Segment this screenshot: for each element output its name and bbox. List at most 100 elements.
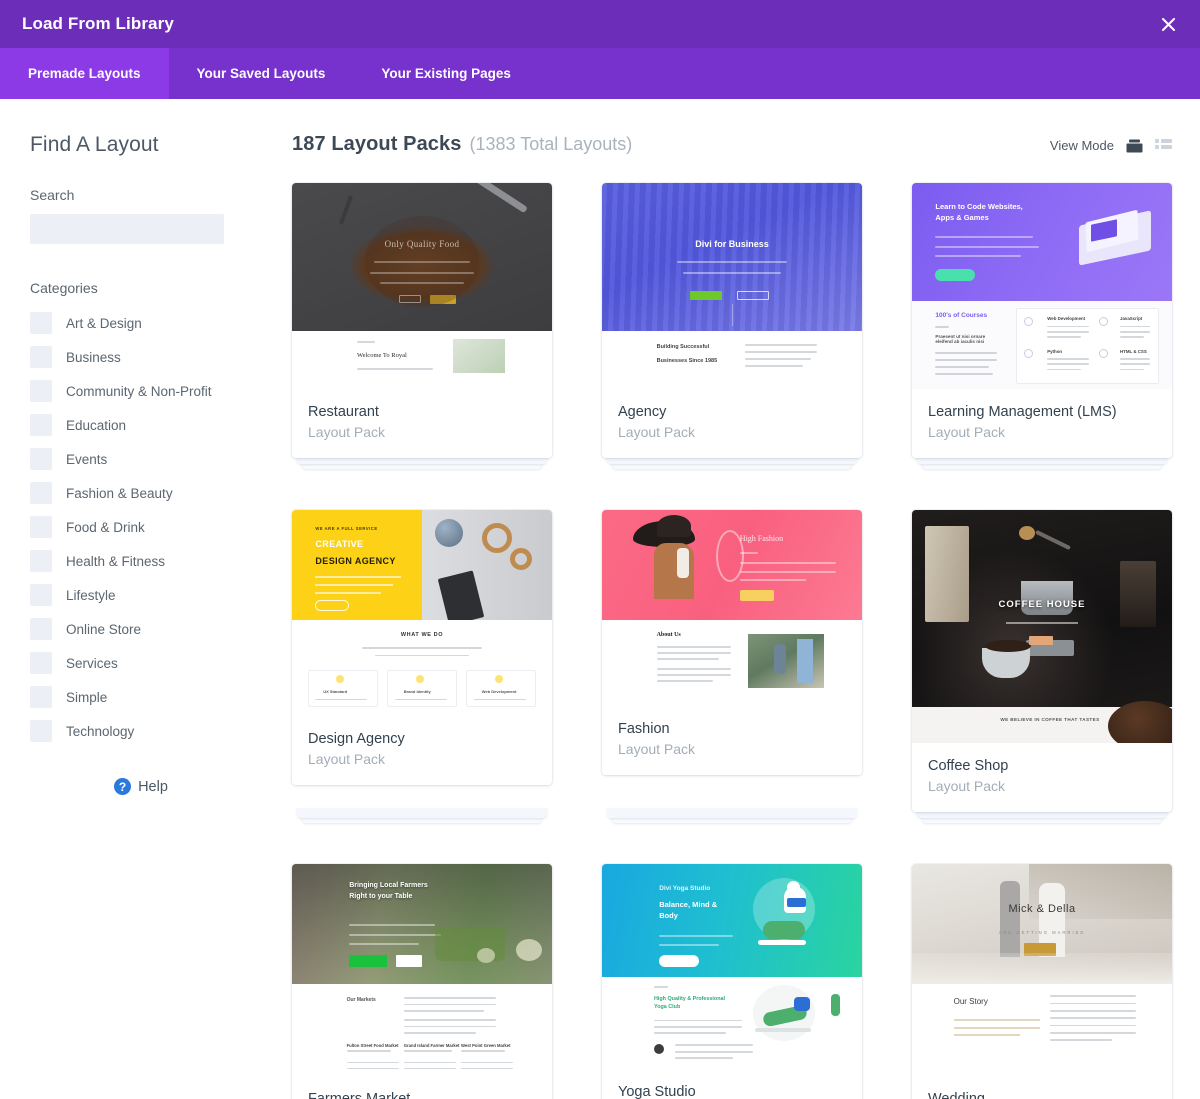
checkbox-icon[interactable] xyxy=(30,686,52,708)
card-subtitle: Layout Pack xyxy=(618,741,846,757)
thumbnail-hero: COFFEE HOUSE xyxy=(912,510,1172,707)
thumbnail-hero: High Fashion xyxy=(602,510,862,620)
category-food-drink[interactable]: Food & Drink xyxy=(30,510,252,544)
card-meta: Wedding Layout Pack xyxy=(912,1076,1172,1099)
main-content: 187 Layout Packs (1383 Total Layouts) Vi… xyxy=(282,99,1200,1099)
thumbnail-hero: Only Quality Food xyxy=(292,183,552,331)
card-title: Coffee Shop xyxy=(928,757,1156,775)
card[interactable]: High Fashion About Us xyxy=(602,510,862,775)
checkbox-icon[interactable] xyxy=(30,346,52,368)
card[interactable]: Divi for Business Building Successful Bu… xyxy=(602,183,862,458)
category-services[interactable]: Services xyxy=(30,646,252,680)
card-meta: Agency Layout Pack xyxy=(602,389,862,458)
thumbnail-hero: Mick & Della ARE GETTING MARRIED xyxy=(912,864,1172,984)
category-label: Lifestyle xyxy=(66,588,116,603)
layout-pack-card-farmers-market[interactable]: Bringing Local FarmersRight to your Tabl… xyxy=(292,864,552,1099)
thumbnail-hero: Learn to Code Websites,Apps & Games xyxy=(912,183,1172,301)
category-label: Online Store xyxy=(66,622,141,637)
category-community-non-profit[interactable]: Community & Non-Profit xyxy=(30,374,252,408)
checkbox-icon[interactable] xyxy=(30,448,52,470)
thumbnail-section: Building Successful Businesses Since 198… xyxy=(602,331,862,389)
thumbnail-section: Welcome To Royal xyxy=(292,331,552,389)
thumbnail-section: WHAT WE DO UX Standard Brand Identity xyxy=(292,620,552,716)
category-art-design[interactable]: Art & Design xyxy=(30,306,252,340)
card[interactable]: WE ARE A FULL SERVICE CREATIVE DESIGN AG… xyxy=(292,510,552,785)
card-thumbnail: Only Quality Food Welcome To Royal xyxy=(292,183,552,389)
card-thumbnail: Divi Yoga Studio Balance, Mind &Body xyxy=(602,864,862,1069)
page-title: Load From Library xyxy=(22,14,174,34)
layout-pack-card-wedding[interactable]: Mick & Della ARE GETTING MARRIED Our Sto… xyxy=(912,864,1172,1099)
close-button[interactable] xyxy=(1154,10,1182,38)
modal-header: Load From Library xyxy=(0,0,1200,48)
category-lifestyle[interactable]: Lifestyle xyxy=(30,578,252,612)
checkbox-icon[interactable] xyxy=(30,618,52,640)
card-subtitle: Layout Pack xyxy=(308,424,536,440)
category-fashion-beauty[interactable]: Fashion & Beauty xyxy=(30,476,252,510)
category-simple[interactable]: Simple xyxy=(30,680,252,714)
card-subtitle: Layout Pack xyxy=(618,424,846,440)
tab-your-saved-layouts[interactable]: Your Saved Layouts xyxy=(169,48,354,99)
close-icon xyxy=(1160,16,1177,33)
card-thumbnail: Mick & Della ARE GETTING MARRIED Our Sto… xyxy=(912,864,1172,1076)
card-title: Design Agency xyxy=(308,730,536,748)
checkbox-icon[interactable] xyxy=(30,482,52,504)
card-meta: Learning Management (LMS) Layout Pack xyxy=(912,389,1172,458)
category-education[interactable]: Education xyxy=(30,408,252,442)
list-view-icon[interactable] xyxy=(1155,139,1172,153)
layout-pack-card-restaurant[interactable]: Only Quality Food Welcome To Royal xyxy=(292,183,552,458)
card[interactable]: Bringing Local FarmersRight to your Tabl… xyxy=(292,864,552,1099)
layout-pack-card-coffee-shop[interactable]: COFFEE HOUSE WE BELIEVE IN COFFEE THAT T… xyxy=(912,510,1172,812)
category-label: Business xyxy=(66,350,121,365)
card-meta: Farmers Market Layout Pack xyxy=(292,1076,552,1099)
card[interactable]: Learn to Code Websites,Apps & Games 100'… xyxy=(912,183,1172,458)
thumbnail-hero: WE ARE A FULL SERVICE CREATIVE DESIGN AG… xyxy=(292,510,552,620)
checkbox-icon[interactable] xyxy=(30,550,52,572)
checkbox-icon[interactable] xyxy=(30,380,52,402)
checkbox-icon[interactable] xyxy=(30,720,52,742)
category-technology[interactable]: Technology xyxy=(30,714,252,748)
checkbox-icon[interactable] xyxy=(30,516,52,538)
checkbox-icon[interactable] xyxy=(30,584,52,606)
card-thumbnail: Bringing Local FarmersRight to your Tabl… xyxy=(292,864,552,1076)
category-health-fitness[interactable]: Health & Fitness xyxy=(30,544,252,578)
grid-view-icon[interactable] xyxy=(1126,138,1143,154)
category-business[interactable]: Business xyxy=(30,340,252,374)
layout-packs-count: 187 Layout Packs xyxy=(292,133,461,156)
card[interactable]: Only Quality Food Welcome To Royal xyxy=(292,183,552,458)
thumbnail-section: Our Story xyxy=(912,984,1172,1076)
thumbnail-section: About Us xyxy=(602,620,862,706)
sidebar: Find A Layout Search Categories Art & De… xyxy=(0,99,282,1099)
category-label: Art & Design xyxy=(66,316,142,331)
category-label: Simple xyxy=(66,690,107,705)
thumbnail-section: Our Markets Fulton Street Food Market Gr… xyxy=(292,984,552,1076)
help-button[interactable]: ? Help xyxy=(30,778,252,795)
card[interactable]: Divi Yoga Studio Balance, Mind &Body xyxy=(602,864,862,1099)
checkbox-icon[interactable] xyxy=(30,414,52,436)
card[interactable]: COFFEE HOUSE WE BELIEVE IN COFFEE THAT T… xyxy=(912,510,1172,812)
card-title: Learning Management (LMS) xyxy=(928,403,1156,421)
card-meta: Fashion Layout Pack xyxy=(602,706,862,775)
checkbox-icon[interactable] xyxy=(30,652,52,674)
category-label: Food & Drink xyxy=(66,520,145,535)
search-input[interactable] xyxy=(30,214,224,244)
view-mode-switcher: View Mode xyxy=(1050,138,1172,154)
layout-pack-card-agency[interactable]: Divi for Business Building Successful Bu… xyxy=(602,183,862,458)
category-online-store[interactable]: Online Store xyxy=(30,612,252,646)
layout-pack-card-design-agency[interactable]: WE ARE A FULL SERVICE CREATIVE DESIGN AG… xyxy=(292,510,552,812)
thumbnail-hero: Divi Yoga Studio Balance, Mind &Body xyxy=(602,864,862,977)
card-thumbnail: Learn to Code Websites,Apps & Games 100'… xyxy=(912,183,1172,389)
card[interactable]: Mick & Della ARE GETTING MARRIED Our Sto… xyxy=(912,864,1172,1099)
layout-pack-card-fashion[interactable]: High Fashion About Us xyxy=(602,510,862,812)
card-meta: Coffee Shop Layout Pack xyxy=(912,743,1172,812)
layout-pack-card-lms[interactable]: Learn to Code Websites,Apps & Games 100'… xyxy=(912,183,1172,458)
layout-pack-card-yoga-studio[interactable]: Divi Yoga Studio Balance, Mind &Body xyxy=(602,864,862,1099)
tab-premade-layouts[interactable]: Premade Layouts xyxy=(0,48,169,99)
tab-your-existing-pages[interactable]: Your Existing Pages xyxy=(353,48,539,99)
checkbox-icon[interactable] xyxy=(30,312,52,334)
layout-packs-grid: Only Quality Food Welcome To Royal xyxy=(292,183,1172,1099)
category-label: Health & Fitness xyxy=(66,554,165,569)
category-label: Fashion & Beauty xyxy=(66,486,173,501)
card-thumbnail: COFFEE HOUSE WE BELIEVE IN COFFEE THAT T… xyxy=(912,510,1172,743)
category-events[interactable]: Events xyxy=(30,442,252,476)
tab-label: Your Saved Layouts xyxy=(197,66,326,81)
